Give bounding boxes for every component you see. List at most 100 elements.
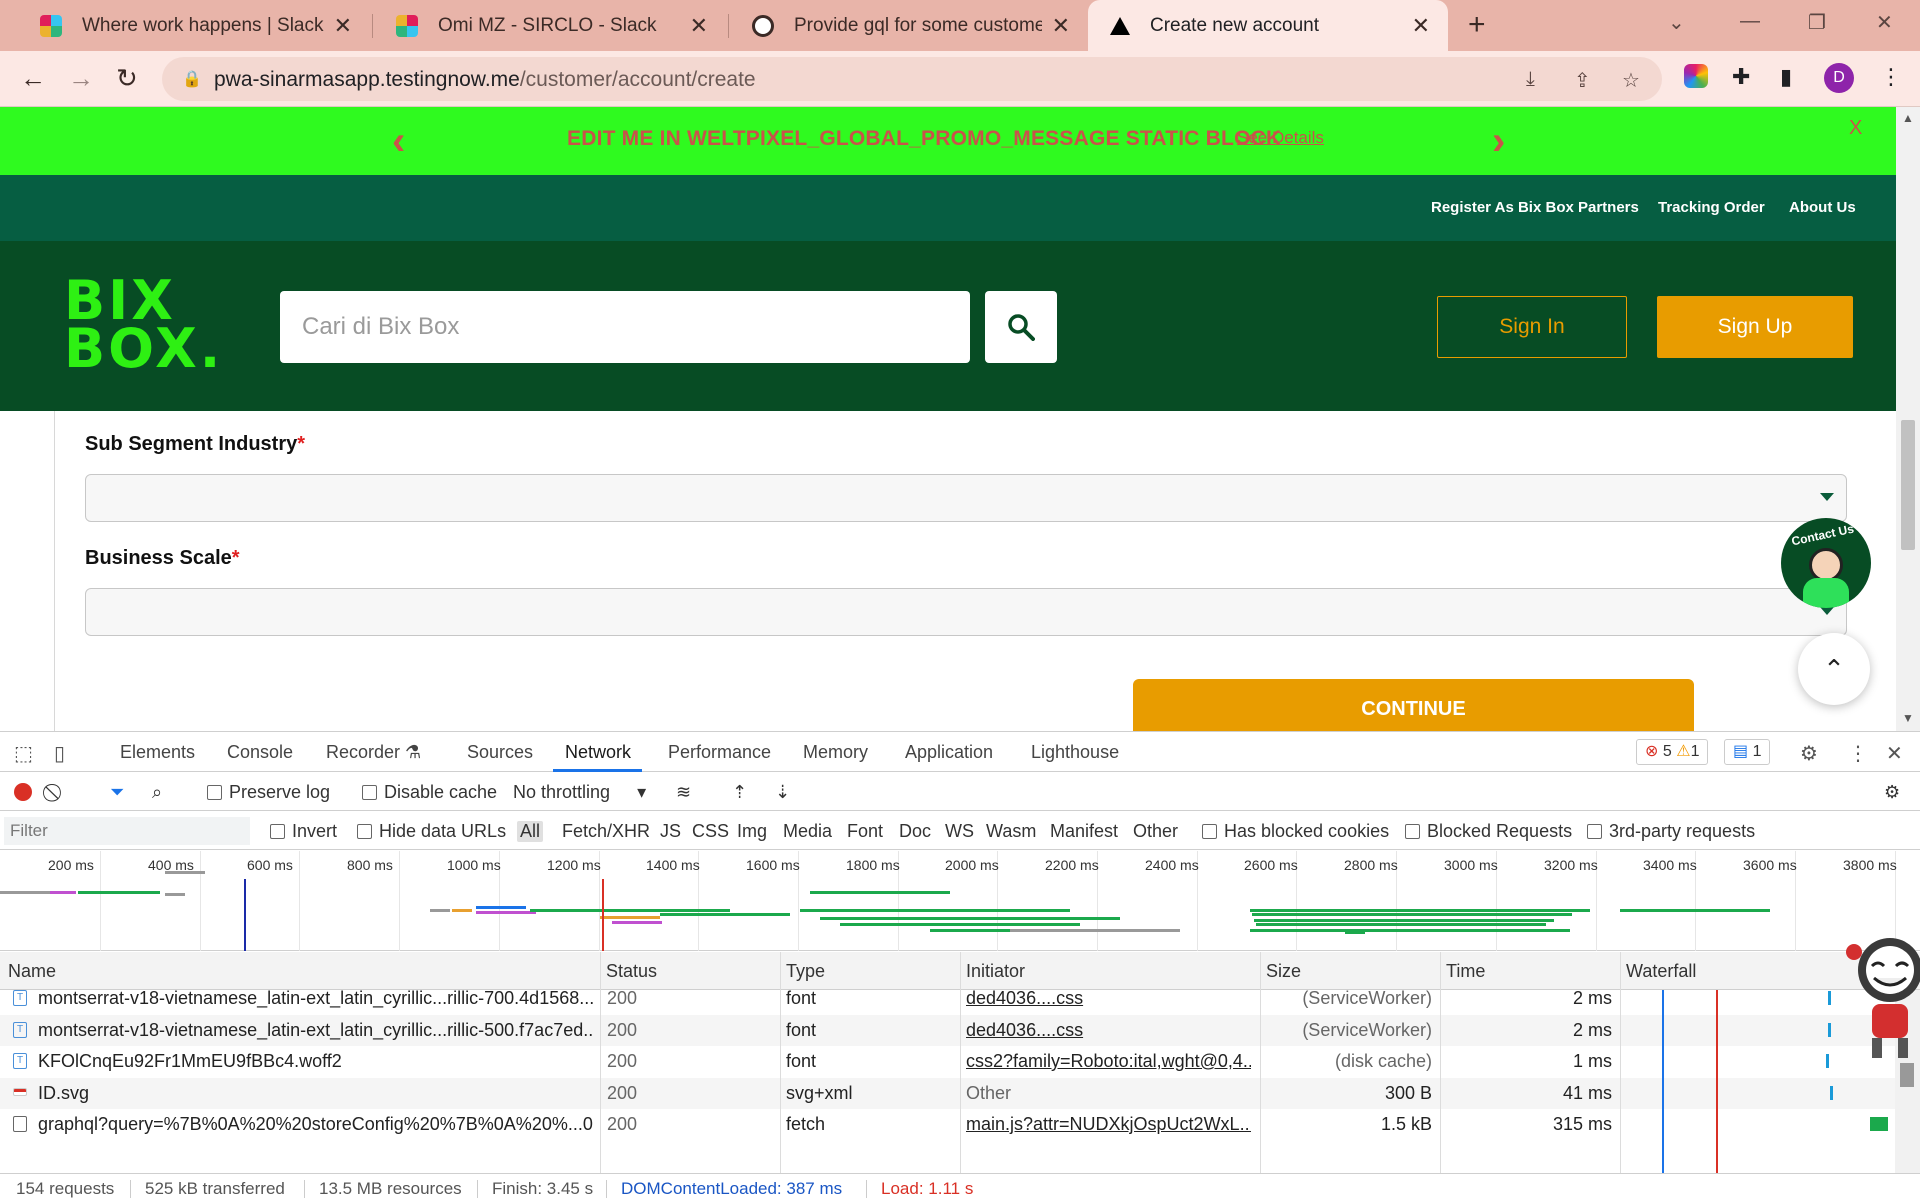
hide-data-urls-checkbox[interactable]: Hide data URLs: [357, 821, 506, 842]
tab-slack-omi[interactable]: Omi MZ - SIRCLO - Slack ✕: [374, 0, 726, 51]
table-row[interactable]: graphql?query=%7B%0A%20%20storeConfig%20…: [0, 1109, 1895, 1140]
chevron-right-icon[interactable]: ›: [1492, 119, 1505, 164]
cell-initiator[interactable]: ded4036....css: [966, 988, 1251, 1009]
filter-type-fetch-xhr[interactable]: Fetch/XHR: [562, 821, 650, 842]
column-time[interactable]: Time: [1446, 961, 1485, 982]
about-us-link[interactable]: About Us: [1789, 199, 1856, 216]
chrome-menu-icon[interactable]: ⋮: [1880, 64, 1902, 90]
column-size[interactable]: Size: [1266, 961, 1301, 982]
filter-type-font[interactable]: Font: [847, 821, 883, 842]
tab-create-account[interactable]: Create new account ✕: [1088, 0, 1448, 51]
search-icon[interactable]: ⌕: [152, 782, 162, 803]
promo-close-button[interactable]: X: [1849, 117, 1862, 140]
bixbox-logo[interactable]: BIX BOX.: [64, 274, 223, 376]
filter-type-img[interactable]: Img: [737, 821, 767, 842]
invert-checkbox[interactable]: Invert: [270, 821, 337, 842]
close-icon[interactable]: ✕: [1052, 13, 1070, 39]
issues-badge[interactable]: ⊗ 5 ⚠1: [1636, 739, 1709, 765]
new-tab-button[interactable]: +: [1468, 8, 1486, 42]
cell-initiator[interactable]: main.js?attr=NUDXkjOspUct2WxL...: [966, 1114, 1251, 1135]
settings-gear-icon[interactable]: ⚙: [1800, 741, 1818, 766]
tab-recorder[interactable]: Recorder: [326, 742, 400, 763]
close-icon[interactable]: ✕: [690, 13, 708, 39]
close-devtools-icon[interactable]: ✕: [1886, 741, 1903, 766]
network-overview-timeline[interactable]: 200 ms 400 ms 600 ms 800 ms 1000 ms 1200 ms 14…: [0, 851, 1920, 951]
column-type[interactable]: Type: [786, 961, 825, 982]
column-status[interactable]: Status: [606, 961, 657, 982]
reload-icon[interactable]: ↻: [116, 63, 138, 94]
filter-type-css[interactable]: CSS: [692, 821, 729, 842]
search-input[interactable]: [280, 291, 970, 363]
tab-performance[interactable]: Performance: [668, 742, 771, 763]
inspect-element-icon[interactable]: ⬚: [14, 741, 33, 766]
scroll-to-top-button[interactable]: ⌃: [1798, 633, 1870, 705]
tab-network[interactable]: Network: [565, 742, 631, 763]
minimize-icon[interactable]: —: [1740, 10, 1760, 33]
device-toolbar-icon[interactable]: ▯: [54, 741, 65, 766]
register-partners-link[interactable]: Register As Bix Box Partners: [1431, 199, 1639, 216]
blocked-requests-checkbox[interactable]: Blocked Requests: [1405, 821, 1572, 842]
filter-icon[interactable]: ⏷: [110, 782, 124, 803]
restore-icon[interactable]: ❐: [1808, 10, 1826, 35]
window-close-icon[interactable]: ✕: [1876, 10, 1893, 35]
messages-badge[interactable]: ▤ 1: [1724, 739, 1771, 765]
page-scrollbar[interactable]: ▲ ▼: [1896, 107, 1920, 731]
preserve-log-checkbox[interactable]: Preserve log: [207, 782, 330, 803]
table-row[interactable]: Tmontserrat-v18-vietnamese_latin-ext_lat…: [0, 983, 1895, 1014]
install-icon[interactable]: ⤓: [1526, 68, 1535, 91]
column-initiator[interactable]: Initiator: [966, 961, 1025, 982]
scrollbar-thumb[interactable]: [1901, 420, 1915, 550]
filter-type-ws[interactable]: WS: [945, 821, 974, 842]
business-scale-select[interactable]: [85, 588, 1847, 636]
tab-slack-home[interactable]: Where work happens | Slack ✕: [18, 0, 370, 51]
side-panel-icon[interactable]: ▮: [1780, 64, 1792, 90]
search-button[interactable]: [985, 291, 1057, 363]
export-har-icon[interactable]: ⇣: [775, 782, 790, 803]
extensions-puzzle-icon[interactable]: ✚: [1732, 64, 1750, 90]
throttling-select[interactable]: No throttling ▾: [513, 782, 646, 803]
profile-avatar[interactable]: D: [1824, 63, 1854, 93]
tab-gql-task[interactable]: Provide gql for some customer in ✕: [730, 0, 1088, 51]
sub-segment-industry-select[interactable]: [85, 474, 1847, 522]
filter-type-doc[interactable]: Doc: [899, 821, 931, 842]
filter-type-other[interactable]: Other: [1133, 821, 1178, 842]
filter-type-wasm[interactable]: Wasm: [986, 821, 1036, 842]
see-details-link[interactable]: See Details: [1237, 128, 1324, 148]
tab-sources[interactable]: Sources: [467, 742, 533, 763]
filter-type-media[interactable]: Media: [783, 821, 832, 842]
network-conditions-icon[interactable]: ≋: [676, 782, 691, 803]
filter-input[interactable]: [4, 817, 250, 845]
cell-initiator[interactable]: ded4036....css: [966, 1020, 1251, 1041]
tab-application[interactable]: Application: [905, 742, 993, 763]
record-icon[interactable]: [14, 783, 32, 801]
continue-button[interactable]: CONTINUE: [1133, 679, 1694, 731]
scroll-down-arrow-icon[interactable]: ▼: [1902, 711, 1914, 725]
column-name[interactable]: Name: [8, 961, 56, 982]
tab-lighthouse[interactable]: Lighthouse: [1031, 742, 1119, 763]
address-bar[interactable]: 🔒 pwa-sinarmasapp.testingnow.me/customer…: [162, 57, 1662, 101]
close-icon[interactable]: ✕: [1412, 13, 1430, 39]
sign-up-button[interactable]: Sign Up: [1657, 296, 1853, 358]
has-blocked-cookies-checkbox[interactable]: Has blocked cookies: [1202, 821, 1389, 842]
forward-icon[interactable]: →: [68, 63, 94, 94]
bookmark-star-icon[interactable]: ☆: [1622, 68, 1640, 93]
disable-cache-checkbox[interactable]: Disable cache: [362, 782, 497, 803]
network-settings-gear-icon[interactable]: ⚙: [1884, 782, 1900, 803]
import-har-icon[interactable]: ⇡: [732, 782, 747, 803]
filter-type-all[interactable]: All: [517, 821, 544, 842]
tab-search-icon[interactable]: ⌄: [1668, 10, 1685, 35]
table-row[interactable]: ID.svg 200 svg+xml Other 300 B 41 ms: [0, 1077, 1895, 1109]
filter-type-js[interactable]: JS: [660, 821, 681, 842]
scroll-up-arrow-icon[interactable]: ▲: [1902, 111, 1914, 125]
chevron-left-icon[interactable]: ‹: [392, 119, 405, 164]
third-party-checkbox[interactable]: 3rd-party requests: [1587, 821, 1755, 842]
scrollbar-thumb[interactable]: [1900, 1063, 1914, 1087]
tab-elements[interactable]: Elements: [120, 742, 195, 763]
cell-initiator[interactable]: css2?family=Roboto:ital,wght@0,4...: [966, 1051, 1251, 1072]
tracking-order-link[interactable]: Tracking Order: [1658, 199, 1765, 216]
filter-type-manifest[interactable]: Manifest: [1050, 821, 1118, 842]
tab-console[interactable]: Console: [227, 742, 293, 763]
back-icon[interactable]: ←: [20, 63, 46, 94]
sign-in-button[interactable]: Sign In: [1437, 296, 1627, 358]
share-icon[interactable]: ⇪: [1574, 68, 1591, 93]
